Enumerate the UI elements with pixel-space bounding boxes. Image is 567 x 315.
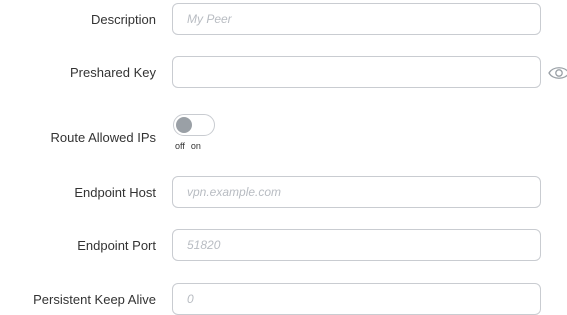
eye-icon[interactable]: [548, 64, 567, 82]
toggle-knob: [176, 117, 192, 133]
route-allowed-ips-label: Route Allowed IPs: [50, 130, 156, 145]
endpoint-port-input[interactable]: [172, 229, 541, 261]
keep-alive-label: Persistent Keep Alive: [33, 292, 156, 307]
endpoint-host-input[interactable]: [172, 176, 541, 208]
preshared-key-row: Preshared Key: [0, 56, 567, 90]
keep-alive-input[interactable]: [172, 283, 541, 315]
keep-alive-row: Persistent Keep Alive: [0, 283, 567, 315]
endpoint-host-row: Endpoint Host: [0, 176, 567, 210]
preshared-key-label: Preshared Key: [70, 65, 156, 80]
endpoint-host-label: Endpoint Host: [74, 185, 156, 200]
toggle-on-label: on: [190, 141, 201, 151]
toggle-labels: off on: [175, 141, 207, 151]
description-label: Description: [90, 12, 156, 27]
route-allowed-ips-toggle[interactable]: [173, 114, 215, 136]
toggle-off-label: off: [175, 141, 185, 151]
endpoint-port-label: Endpoint Port: [77, 238, 156, 253]
peer-form: Description Preshared Key Route Allowed …: [0, 0, 567, 315]
route-allowed-ips-row: Route Allowed IPs off on: [0, 114, 567, 158]
description-input[interactable]: [172, 3, 541, 35]
description-row: Description: [0, 3, 567, 37]
endpoint-port-row: Endpoint Port: [0, 229, 567, 263]
preshared-key-input[interactable]: [172, 56, 541, 88]
